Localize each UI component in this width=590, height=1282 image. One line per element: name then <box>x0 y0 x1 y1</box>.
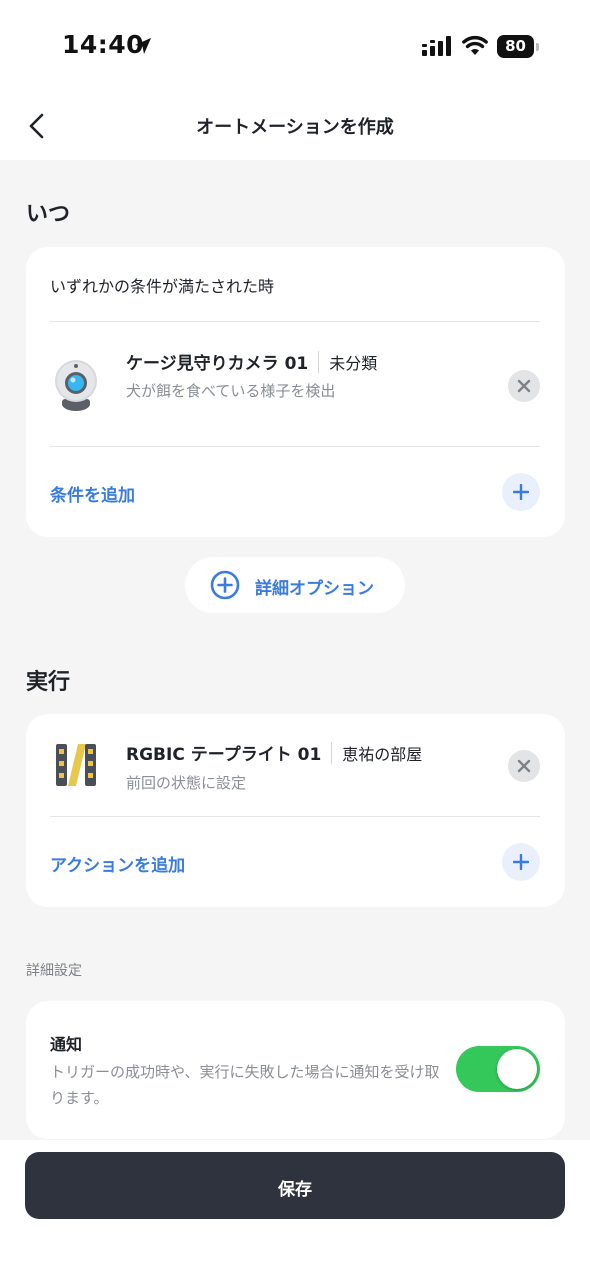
status-bar: 14:40 80 <box>0 0 590 92</box>
plus-icon <box>513 484 529 500</box>
divider <box>50 321 540 322</box>
toggle-knob <box>497 1049 537 1089</box>
status-time: 14:40 <box>62 30 145 59</box>
battery-tip <box>536 43 539 51</box>
divider <box>50 446 540 447</box>
add-action-link[interactable]: アクションを追加 <box>50 851 185 876</box>
execute-section-title: 実行 <box>26 670 71 695</box>
condition-device-room: 未分類 <box>329 353 378 373</box>
remove-action-button[interactable] <box>508 750 540 782</box>
advanced-settings-label: 詳細設定 <box>26 963 82 979</box>
battery-level: 80 <box>505 37 526 55</box>
add-condition-button[interactable] <box>502 473 540 511</box>
action-description: 前回の状態に設定 <box>126 774 247 792</box>
when-section-title: いつ <box>26 202 71 227</box>
separator <box>318 350 320 373</box>
remove-condition-button[interactable] <box>508 370 540 402</box>
close-icon <box>517 379 531 393</box>
action-device-room: 恵祐の部屋 <box>342 744 423 764</box>
save-button-label: 保存 <box>278 1180 312 1200</box>
add-action-button[interactable] <box>502 843 540 881</box>
notification-title: 通知 <box>50 1035 83 1054</box>
battery-indicator: 80 <box>497 35 540 58</box>
save-button[interactable]: 保存 <box>25 1152 565 1219</box>
action-device-name: RGBIC テープライト 01 <box>126 745 322 765</box>
notification-card: 通知 トリガーの成功時や、実行に失敗した場合に通知を受け取ります。 <box>26 1001 565 1139</box>
detail-options-label: 詳細オプション <box>255 579 374 599</box>
cellular-signal-icon <box>422 36 451 56</box>
condition-device-name: ケージ見守りカメラ 01 <box>126 354 309 374</box>
divider <box>50 816 540 817</box>
page-title: オートメーションを作成 <box>196 117 394 138</box>
condition-item-title-row: ケージ見守りカメラ 01 未分類 <box>126 349 377 374</box>
condition-card: いずれかの条件が満たされた時 ケージ見守りカメラ 01 未分類 犬が餌を食べてい… <box>26 247 565 537</box>
location-arrow-icon <box>135 38 151 54</box>
plus-icon <box>513 854 529 870</box>
led-strip-icon <box>56 744 96 786</box>
notification-description: トリガーの成功時や、実行に失敗した場合に通知を受け取ります。 <box>50 1063 440 1107</box>
separator <box>331 741 333 764</box>
condition-logic-label: いずれかの条件が満たされた時 <box>50 277 275 296</box>
camera-icon <box>55 360 97 411</box>
notification-toggle[interactable] <box>456 1046 540 1092</box>
detail-options-button[interactable]: 詳細オプション <box>185 557 405 613</box>
condition-description: 犬が餌を食べている様子を検出 <box>126 382 336 400</box>
wifi-icon <box>462 35 488 55</box>
add-condition-link[interactable]: 条件を追加 <box>50 481 135 506</box>
action-item-title-row: RGBIC テープライト 01 恵祐の部屋 <box>126 740 422 765</box>
plus-circle-icon <box>210 570 240 600</box>
action-card: RGBIC テープライト 01 恵祐の部屋 前回の状態に設定 アクションを追加 <box>26 714 565 907</box>
close-icon <box>517 759 531 773</box>
